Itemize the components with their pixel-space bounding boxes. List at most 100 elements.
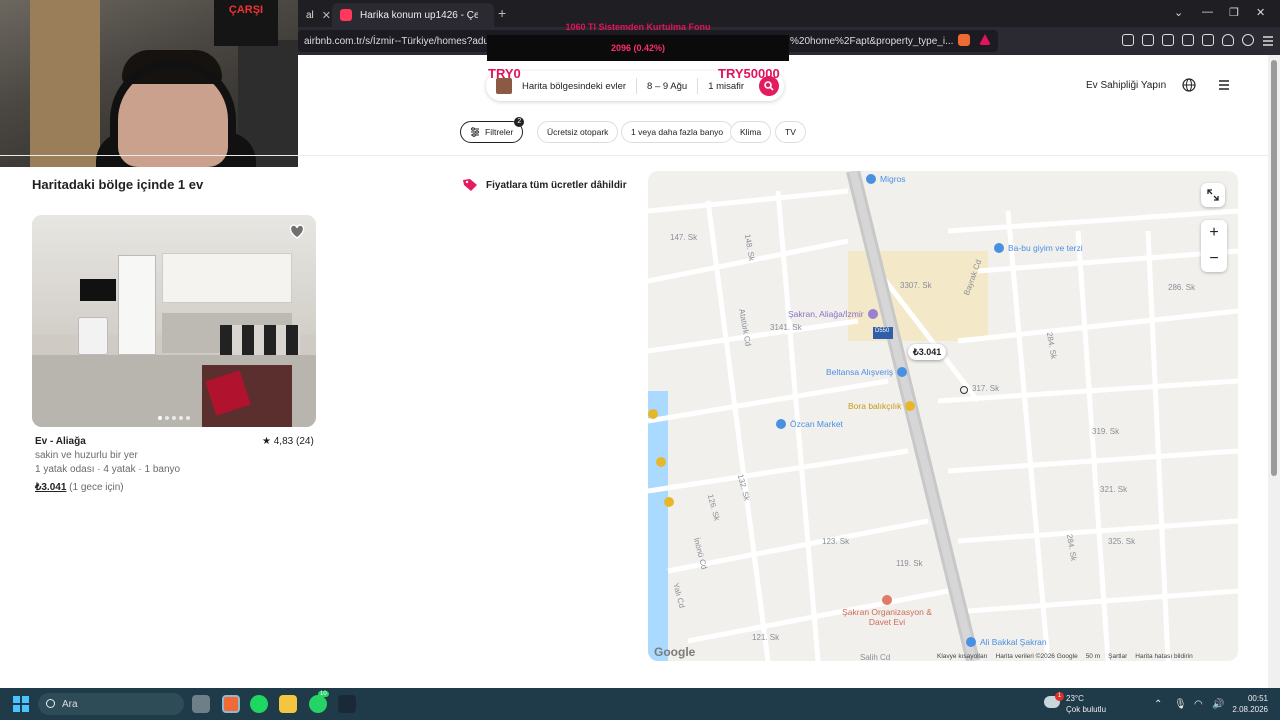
poi-name: Şakran, Aliağa/İzmir xyxy=(788,309,864,319)
road-label: 325. Sk xyxy=(1108,537,1136,546)
poi-marker[interactable]: Bora balıkçılık xyxy=(848,401,919,411)
brave-shield-icon[interactable] xyxy=(958,34,970,46)
poi-marker[interactable] xyxy=(648,409,662,419)
spotify-icon[interactable] xyxy=(250,695,268,713)
chevron-down-icon[interactable]: ⌄ xyxy=(1174,6,1183,19)
become-host-link[interactable]: Ev Sahipliği Yapın xyxy=(1086,80,1166,91)
poi-marker[interactable]: Şakran Organizasyon & Davet Evi xyxy=(842,595,932,627)
photo-tv xyxy=(80,279,116,301)
close-icon[interactable]: ✕ xyxy=(322,9,330,22)
windows-start-icon[interactable] xyxy=(13,696,29,712)
listing-location[interactable]: Ev - Aliağa xyxy=(35,436,86,447)
heart-icon[interactable] xyxy=(289,224,305,240)
poi-marker[interactable]: Özcan Market xyxy=(776,419,843,429)
taskbar-search-placeholder: Ara xyxy=(62,698,78,710)
photo-dot[interactable] xyxy=(172,416,176,420)
whatsapp-icon[interactable] xyxy=(309,695,327,713)
zoom-in-button[interactable]: + xyxy=(1201,220,1227,246)
listing-photo[interactable] xyxy=(32,215,316,427)
search-guests[interactable]: 1 misafir xyxy=(698,81,754,92)
event-icon xyxy=(882,595,892,605)
poi-marker[interactable]: Ali Bakkal Şakran xyxy=(966,637,1047,647)
poi-name: Beltansa Alışveriş xyxy=(826,367,894,377)
poi-marker[interactable]: Migros xyxy=(866,174,906,184)
poi-marker[interactable]: Şakran, Aliağa/İzmir xyxy=(788,309,882,319)
report-error-link[interactable]: Harita hatası bildirin xyxy=(1135,653,1192,660)
wallet-icon[interactable] xyxy=(1182,34,1194,46)
weather-widget[interactable]: 23°C Çok bulutlu xyxy=(1066,693,1106,715)
weather-badge: 1 xyxy=(1055,692,1064,701)
brave-browser-icon[interactable] xyxy=(222,695,240,713)
map-data-text: Harita verileri ©2026 Google xyxy=(995,653,1078,660)
menu-icon[interactable] xyxy=(1262,34,1274,46)
file-explorer-icon[interactable] xyxy=(279,695,297,713)
listing-price-value[interactable]: ₺3.041 xyxy=(35,482,66,493)
scrollbar-thumb[interactable] xyxy=(1271,60,1277,476)
webcam-background-door xyxy=(30,0,100,167)
sliders-icon xyxy=(471,127,479,137)
volume-icon[interactable]: 🔊 xyxy=(1212,699,1224,710)
filters-label: Filtreler xyxy=(485,127,514,137)
scale-text: 50 m xyxy=(1085,653,1101,660)
terms-link[interactable]: Şartlar xyxy=(1108,653,1127,660)
poi-marker[interactable] xyxy=(656,457,670,467)
road-label: 123. Sk xyxy=(822,537,850,546)
filters-button[interactable]: Filtreler 2 xyxy=(460,117,525,143)
filter-chip-ac[interactable]: Klima xyxy=(730,121,772,143)
poi-marker[interactable]: Beltansa Alışveriş xyxy=(826,367,911,377)
clock-date: 2.08.2026 xyxy=(1232,705,1268,714)
microphone-icon[interactable]: 🎙 xyxy=(1174,699,1187,710)
new-tab-icon[interactable]: + xyxy=(498,5,506,21)
keyboard-shortcuts-link[interactable]: Klavye kısayolları xyxy=(937,653,988,660)
road-label: 3307. Sk xyxy=(900,281,932,290)
donation-amount: 2096 (0.42%) xyxy=(610,43,666,53)
puzzle-icon[interactable] xyxy=(1142,34,1154,46)
whatsapp-badge: 10 xyxy=(318,691,329,697)
hamburger-menu-icon[interactable] xyxy=(1216,78,1232,92)
map-footer: Klavye kısayolları Harita verileri ©2026… xyxy=(937,653,1193,660)
filter-chip-free-parking[interactable]: Ücretsiz otopark xyxy=(537,121,619,143)
filter-chip-tv[interactable]: TV xyxy=(775,121,806,143)
zoom-out-button[interactable]: − xyxy=(1201,246,1227,272)
wifi-icon[interactable]: ◠ xyxy=(1194,699,1203,710)
filter-chip-bathroom[interactable]: 1 veya daha fazla banyo xyxy=(621,121,734,143)
leo-icon[interactable] xyxy=(1202,34,1214,46)
minimize-icon[interactable]: — xyxy=(1202,6,1213,18)
globe-icon[interactable] xyxy=(1182,78,1196,92)
vpn-shield-icon[interactable] xyxy=(1222,34,1234,46)
poi-marker[interactable]: Ba-bu giyim ve terzi xyxy=(994,243,1083,253)
clock[interactable]: 00:51 2.08.2026 xyxy=(1232,693,1268,715)
photo-dot[interactable] xyxy=(158,416,162,420)
donation-min: TRY0 xyxy=(488,66,521,81)
airbnb-favicon-icon xyxy=(340,9,352,21)
close-window-icon[interactable]: ✕ xyxy=(1256,6,1265,19)
price-tag-icon xyxy=(463,179,477,191)
sync-icon[interactable] xyxy=(1242,34,1254,46)
webcam-poster: ÇARŞI xyxy=(214,0,278,46)
landmark-icon xyxy=(867,309,878,319)
chevron-up-icon[interactable]: ⌃ xyxy=(1154,699,1162,710)
map[interactable]: 147. Sk 148. Sk 3141. Sk Atatürk Cd 3307… xyxy=(648,171,1238,661)
photo-dot[interactable] xyxy=(179,416,183,420)
browser-tab-partial[interactable]: al ✕ xyxy=(298,3,330,27)
maximize-icon[interactable]: ❐ xyxy=(1229,6,1239,19)
browser-tab-active[interactable]: Harika konum up1426 - Çeşme şehri xyxy=(332,3,494,27)
extension-icon[interactable] xyxy=(1122,34,1134,46)
photo-dot[interactable] xyxy=(165,416,169,420)
rewards-icon[interactable] xyxy=(979,34,991,45)
sidebar-icon[interactable] xyxy=(1162,34,1174,46)
map-price-marker[interactable]: ₺3.041 xyxy=(908,344,947,360)
photo-pagination-dots[interactable] xyxy=(158,416,190,420)
road-label: 286. Sk xyxy=(1168,283,1196,292)
photo-dot[interactable] xyxy=(186,416,190,420)
task-view-icon[interactable] xyxy=(192,695,210,713)
food-icon xyxy=(648,409,658,419)
steam-icon[interactable] xyxy=(338,695,356,713)
fullscreen-button[interactable] xyxy=(1201,183,1225,207)
search-location[interactable]: Harita bölgesindeki evler xyxy=(512,81,636,92)
taskbar-search[interactable]: Ara xyxy=(38,693,184,715)
url-text-end: %20home%2Fapt&property_type_i... xyxy=(790,35,954,47)
food-icon xyxy=(656,457,666,467)
search-dates[interactable]: 8 – 9 Ağu xyxy=(637,81,697,92)
poi-marker[interactable] xyxy=(664,497,678,507)
